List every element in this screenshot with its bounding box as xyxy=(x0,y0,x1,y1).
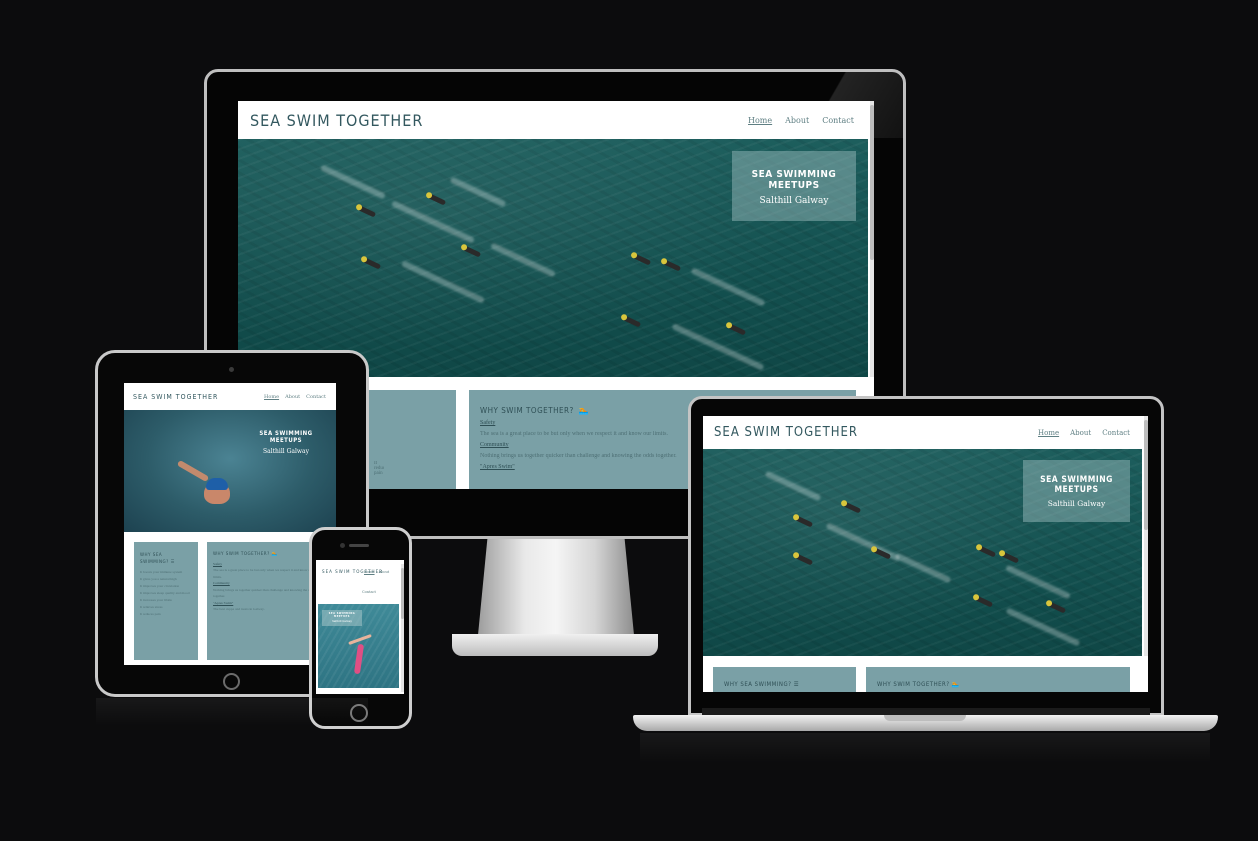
why-together-heading: WHY SWIM TOGETHER? xyxy=(213,552,270,557)
community-text: Nothing brings us together quicker than … xyxy=(213,587,315,599)
laptop-trackpad-notch xyxy=(884,715,966,721)
why-swim-item: It reduces pain xyxy=(140,612,161,616)
nav-home[interactable]: Home xyxy=(264,394,279,400)
hero-card: SEA SWIMMING MEETUPS Salthill Galway xyxy=(244,426,328,466)
nav-contact[interactable]: Contact xyxy=(1102,429,1130,437)
why-swim-item: It relieves stress xyxy=(140,605,163,609)
scrollbar[interactable] xyxy=(1144,416,1148,692)
nav-home[interactable]: Home xyxy=(748,116,772,125)
why-swim-heading: WHY SEA SWIMMING? xyxy=(724,681,792,688)
swimmer-icon: 🏊 xyxy=(951,681,960,688)
hamburger-icon: ☰ xyxy=(793,681,800,688)
phone-speaker xyxy=(349,544,369,547)
nav-about[interactable]: About xyxy=(1070,429,1091,437)
monitor-stand xyxy=(478,539,634,635)
hero-subtitle: Salthill Galway xyxy=(332,620,352,623)
why-together-panel: WHY SWIM TOGETHER? 🏊 Safety The sea is a… xyxy=(207,542,325,660)
nav-about[interactable]: About xyxy=(285,394,300,400)
site-header: SEA SWIM TOGETHER Home About Contact xyxy=(316,560,404,604)
why-swim-panel: WHY SEA SWIMMING? ☰ It boosts your immun… xyxy=(134,542,198,660)
why-swim-item: It boosts your immune system xyxy=(140,570,183,574)
hero-title: SEA SWIMMING MEETUPS xyxy=(751,169,837,191)
site-header: SEA SWIM TOGETHER Home About Contact xyxy=(703,416,1148,449)
main-nav: Home About Contact xyxy=(264,394,326,400)
site-logo[interactable]: SEA SWIM TOGETHER xyxy=(250,111,423,130)
laptop-screen: SEA SWIM TOGETHER Home About Contact SEA… xyxy=(703,416,1148,692)
hero-image: SEA SWIMMING MEETUPS Salthill Galway xyxy=(238,139,868,377)
why-together-heading: WHY SWIM TOGETHER? xyxy=(480,406,574,415)
why-swim-item: It improves your circulation xyxy=(140,584,180,588)
why-swim-item: It improves sleep quality and mood xyxy=(140,591,190,595)
hero-title: SEA SWIMMING MEETUPS xyxy=(259,430,313,444)
floor-reflection xyxy=(96,698,368,726)
hero-image: SEA SWIMMING MEETUPS Salthill Galway xyxy=(318,604,399,688)
swimmer-figure xyxy=(353,643,365,675)
hero-subtitle: Salthill Galway xyxy=(759,196,829,206)
why-swim-heading: WHY SEA SWIMMING? xyxy=(140,553,169,565)
why-swim-item: It reduces pain xyxy=(374,461,384,476)
why-swim-item: It increases your libido xyxy=(140,598,173,602)
laptop-hinge xyxy=(702,708,1150,715)
why-together-panel: WHY SWIM TOGETHER? 🏊 xyxy=(866,667,1130,692)
phone-screen: SEA SWIM TOGETHER Home About Contact SEA… xyxy=(316,560,404,694)
swimmer-icon: 🏊 xyxy=(271,552,278,557)
apres-swim-text: The best cuppa and treats in Galway. xyxy=(213,607,265,611)
hero-subtitle: Salthill Galway xyxy=(1047,499,1106,508)
hero-card: SEA SWIMMING MEETUPS Salthill Galway xyxy=(322,610,362,626)
tablet-home-button xyxy=(223,673,240,690)
safety-text: The sea is a great place to be but only … xyxy=(213,568,313,579)
floor-reflection xyxy=(640,733,1210,763)
site-logo[interactable]: SEA SWIM TOGETHER xyxy=(714,425,858,440)
nav-contact[interactable]: Contact xyxy=(822,116,854,125)
hero-card: SEA SWIMMING MEETUPS Salthill Galway xyxy=(1023,460,1130,522)
nav-about[interactable]: About xyxy=(785,116,809,125)
nav-contact[interactable]: Contact xyxy=(362,590,376,594)
main-nav: Home About Contact xyxy=(748,116,854,125)
why-swim-panel: WHY SEA SWIMMING? ☰ xyxy=(713,667,856,692)
hero-title: SEA SWIMMING MEETUPS xyxy=(1040,475,1113,495)
hero-image: SEA SWIMMING MEETUPS Salthill Galway xyxy=(703,449,1142,656)
hero-title: SEA SWIMMING MEETUPS xyxy=(328,612,356,618)
site-header: SEA SWIM TOGETHER Home About Contact xyxy=(124,383,336,410)
phone-camera xyxy=(340,543,345,548)
nav-home[interactable]: Home xyxy=(364,570,375,574)
content-section: WHY SEA SWIMMING? ☰ WHY SWIM TOGETHER? 🏊 xyxy=(703,656,1148,692)
nav-contact[interactable]: Contact xyxy=(306,394,326,400)
swimmer-arm xyxy=(176,459,210,483)
nav-home[interactable]: Home xyxy=(1038,429,1059,437)
tablet-screen: SEA SWIM TOGETHER Home About Contact SEA… xyxy=(124,383,336,665)
site-logo[interactable]: SEA SWIM TOGETHER xyxy=(133,393,218,401)
hero-subtitle: Salthill Galway xyxy=(263,448,309,455)
why-together-heading: WHY SWIM TOGETHER? xyxy=(877,681,950,688)
main-nav: Home About Contact xyxy=(1038,429,1130,437)
nav-about[interactable]: About xyxy=(379,570,390,574)
swimmer-icon: 🏊 xyxy=(578,406,590,415)
tablet-camera xyxy=(229,367,234,372)
why-swim-item: It gives you a natural high xyxy=(140,577,177,581)
content-section: WHY SEA SWIMMING? ☰ It boosts your immun… xyxy=(124,532,336,665)
scrollbar[interactable] xyxy=(401,564,404,692)
hero-image: SEA SWIMMING MEETUPS Salthill Galway xyxy=(124,410,336,532)
site-header: SEA SWIM TOGETHER Home About Contact xyxy=(238,101,874,139)
hero-card: SEA SWIMMING MEETUPS Salthill Galway xyxy=(732,151,856,221)
hamburger-icon: ☰ xyxy=(170,560,175,565)
swim-cap xyxy=(206,478,228,490)
responsive-mockup: SEA SWIM TOGETHER Home About Contact SEA… xyxy=(0,0,1258,841)
monitor-base xyxy=(452,634,658,656)
